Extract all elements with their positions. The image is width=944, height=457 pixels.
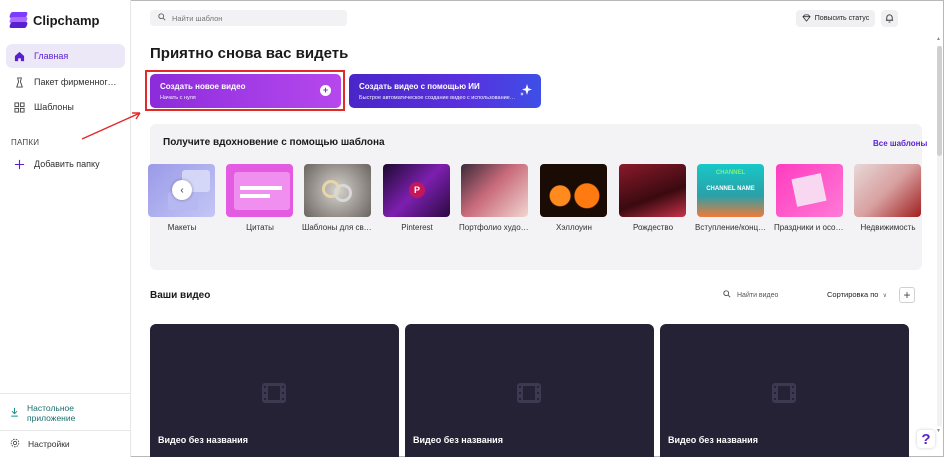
template-thumb-portfolio[interactable] <box>461 164 528 217</box>
help-button[interactable]: ? <box>917 430 935 448</box>
sidebar-item-brand-kit[interactable]: Пакет фирменного стиля <box>6 70 125 94</box>
clipchamp-logo-icon <box>9 12 28 28</box>
sidebar-item-label: Шаблоны <box>34 102 74 112</box>
pinterest-icon: P <box>409 182 425 198</box>
template-label: Хэллоуин <box>556 223 592 232</box>
sort-label: Сортировка по <box>827 290 879 299</box>
brand-kit-icon <box>8 76 30 88</box>
main-scrollbar[interactable]: ▲ ▼ <box>936 36 943 436</box>
add-folder-button[interactable]: Добавить папку <box>6 152 125 176</box>
quote-line <box>240 194 270 198</box>
video-card[interactable]: Видео без названия <box>405 324 654 457</box>
ring-shape <box>334 184 352 202</box>
scroll-thumb[interactable] <box>937 46 942 156</box>
page-title: Приятно снова вас видеть <box>150 45 349 62</box>
template-label: Цитаты <box>246 223 274 232</box>
sidebar: Clipchamp Главная Пакет фирменного стиля… <box>0 0 131 457</box>
video-card[interactable]: Видео без названия <box>150 324 399 457</box>
gift-shape <box>791 173 827 207</box>
gear-icon <box>10 438 20 450</box>
template-label: Pinterest <box>401 223 433 232</box>
sidebar-divider <box>0 393 131 394</box>
video-card[interactable]: Видео без названия <box>660 324 909 457</box>
template-label: Шаблоны для свадьбы <box>302 223 374 232</box>
film-icon <box>262 383 286 403</box>
scroll-down-icon[interactable]: ▼ <box>936 428 941 434</box>
template-label: Недвижимость <box>860 223 916 232</box>
template-label: Рождество <box>632 223 674 232</box>
template-thumb-pinterest[interactable]: P <box>383 164 450 217</box>
settings-link[interactable]: Настройки <box>10 438 70 450</box>
home-icon <box>8 51 30 62</box>
search-icon <box>158 13 166 23</box>
sort-dropdown[interactable]: Сортировка по ∨ <box>827 290 887 299</box>
desktop-app-link[interactable]: Настольное приложение <box>10 403 107 423</box>
template-thumb-real-estate[interactable] <box>854 164 921 217</box>
video-search-input[interactable]: Найти видео <box>723 290 778 300</box>
template-thumb-wedding[interactable] <box>304 164 371 217</box>
template-label: Праздники и особые случаи <box>774 223 846 232</box>
template-thumb-quotes[interactable] <box>226 164 293 217</box>
upgrade-label: Повысить статус <box>814 15 870 22</box>
desktop-app-label: Настольное приложение <box>27 403 76 423</box>
thumb-channel-text: CHANNEL <box>715 170 746 176</box>
sidebar-item-label: Пакет фирменного стиля <box>34 77 120 87</box>
thumb-channel-name-text: CHANNEL NAME <box>706 186 755 192</box>
all-templates-link[interactable]: Все шаблоны <box>873 139 927 148</box>
add-video-button[interactable]: + <box>899 287 915 303</box>
template-label: Портфолио художника <box>459 223 531 232</box>
upgrade-button[interactable]: Повысить статус <box>796 10 875 27</box>
notifications-button[interactable] <box>881 10 898 27</box>
add-folder-label: Добавить папку <box>34 159 100 169</box>
video-title: Видео без названия <box>413 435 503 445</box>
template-thumb-halloween[interactable] <box>540 164 607 217</box>
annotation-arrow-icon <box>81 112 141 140</box>
chevron-down-icon: ∨ <box>882 293 887 299</box>
settings-label: Настройки <box>28 439 70 449</box>
templates-icon <box>8 101 30 113</box>
sidebar-divider <box>0 430 131 431</box>
plus-icon <box>8 159 30 170</box>
template-thumb-holidays[interactable] <box>776 164 843 217</box>
cta-ai-title: Создать видео с помощью ИИ <box>359 82 480 91</box>
film-icon <box>772 383 796 403</box>
quote-card <box>234 172 290 210</box>
app-name: Clipchamp <box>33 12 100 28</box>
annotation-highlight-box <box>145 70 345 111</box>
video-title: Видео без названия <box>158 435 248 445</box>
scroll-up-icon[interactable]: ▲ <box>936 36 941 42</box>
folders-section-title: ПАПКИ <box>11 138 40 147</box>
video-search-placeholder: Найти видео <box>737 291 779 299</box>
template-label: Вступление/концовка <box>695 223 767 232</box>
diamond-icon <box>802 13 811 24</box>
template-thumb-christmas[interactable] <box>619 164 686 217</box>
videos-section-title: Ваши видео <box>150 290 211 301</box>
sidebar-item-home[interactable]: Главная <box>6 44 125 68</box>
sidebar-item-label: Главная <box>34 51 69 61</box>
template-thumb-intro[interactable]: CHANNEL CHANNEL NAME <box>697 164 764 217</box>
download-icon <box>10 407 19 419</box>
video-title: Видео без названия <box>668 435 758 445</box>
quote-line <box>240 186 282 190</box>
carousel-prev-button[interactable]: ‹ <box>172 180 192 200</box>
search-icon <box>723 290 731 300</box>
templates-section-title: Получите вдохновение с помощью шаблона <box>163 137 385 148</box>
sparkle-icon <box>519 83 533 102</box>
film-icon <box>517 383 541 403</box>
app-logo[interactable]: Clipchamp <box>9 12 100 28</box>
plus-icon: + <box>903 288 911 302</box>
template-label: Макеты <box>167 223 197 232</box>
help-label: ? <box>921 430 931 448</box>
template-search-input[interactable]: Найти шаблон <box>150 10 347 26</box>
create-ai-video-button[interactable]: Создать видео с помощью ИИ Быстрое автом… <box>349 74 541 108</box>
bell-icon <box>885 10 894 28</box>
search-placeholder: Найти шаблон <box>172 13 223 23</box>
cta-ai-subtitle: Быстрое автоматическое создание видео с … <box>359 95 519 101</box>
